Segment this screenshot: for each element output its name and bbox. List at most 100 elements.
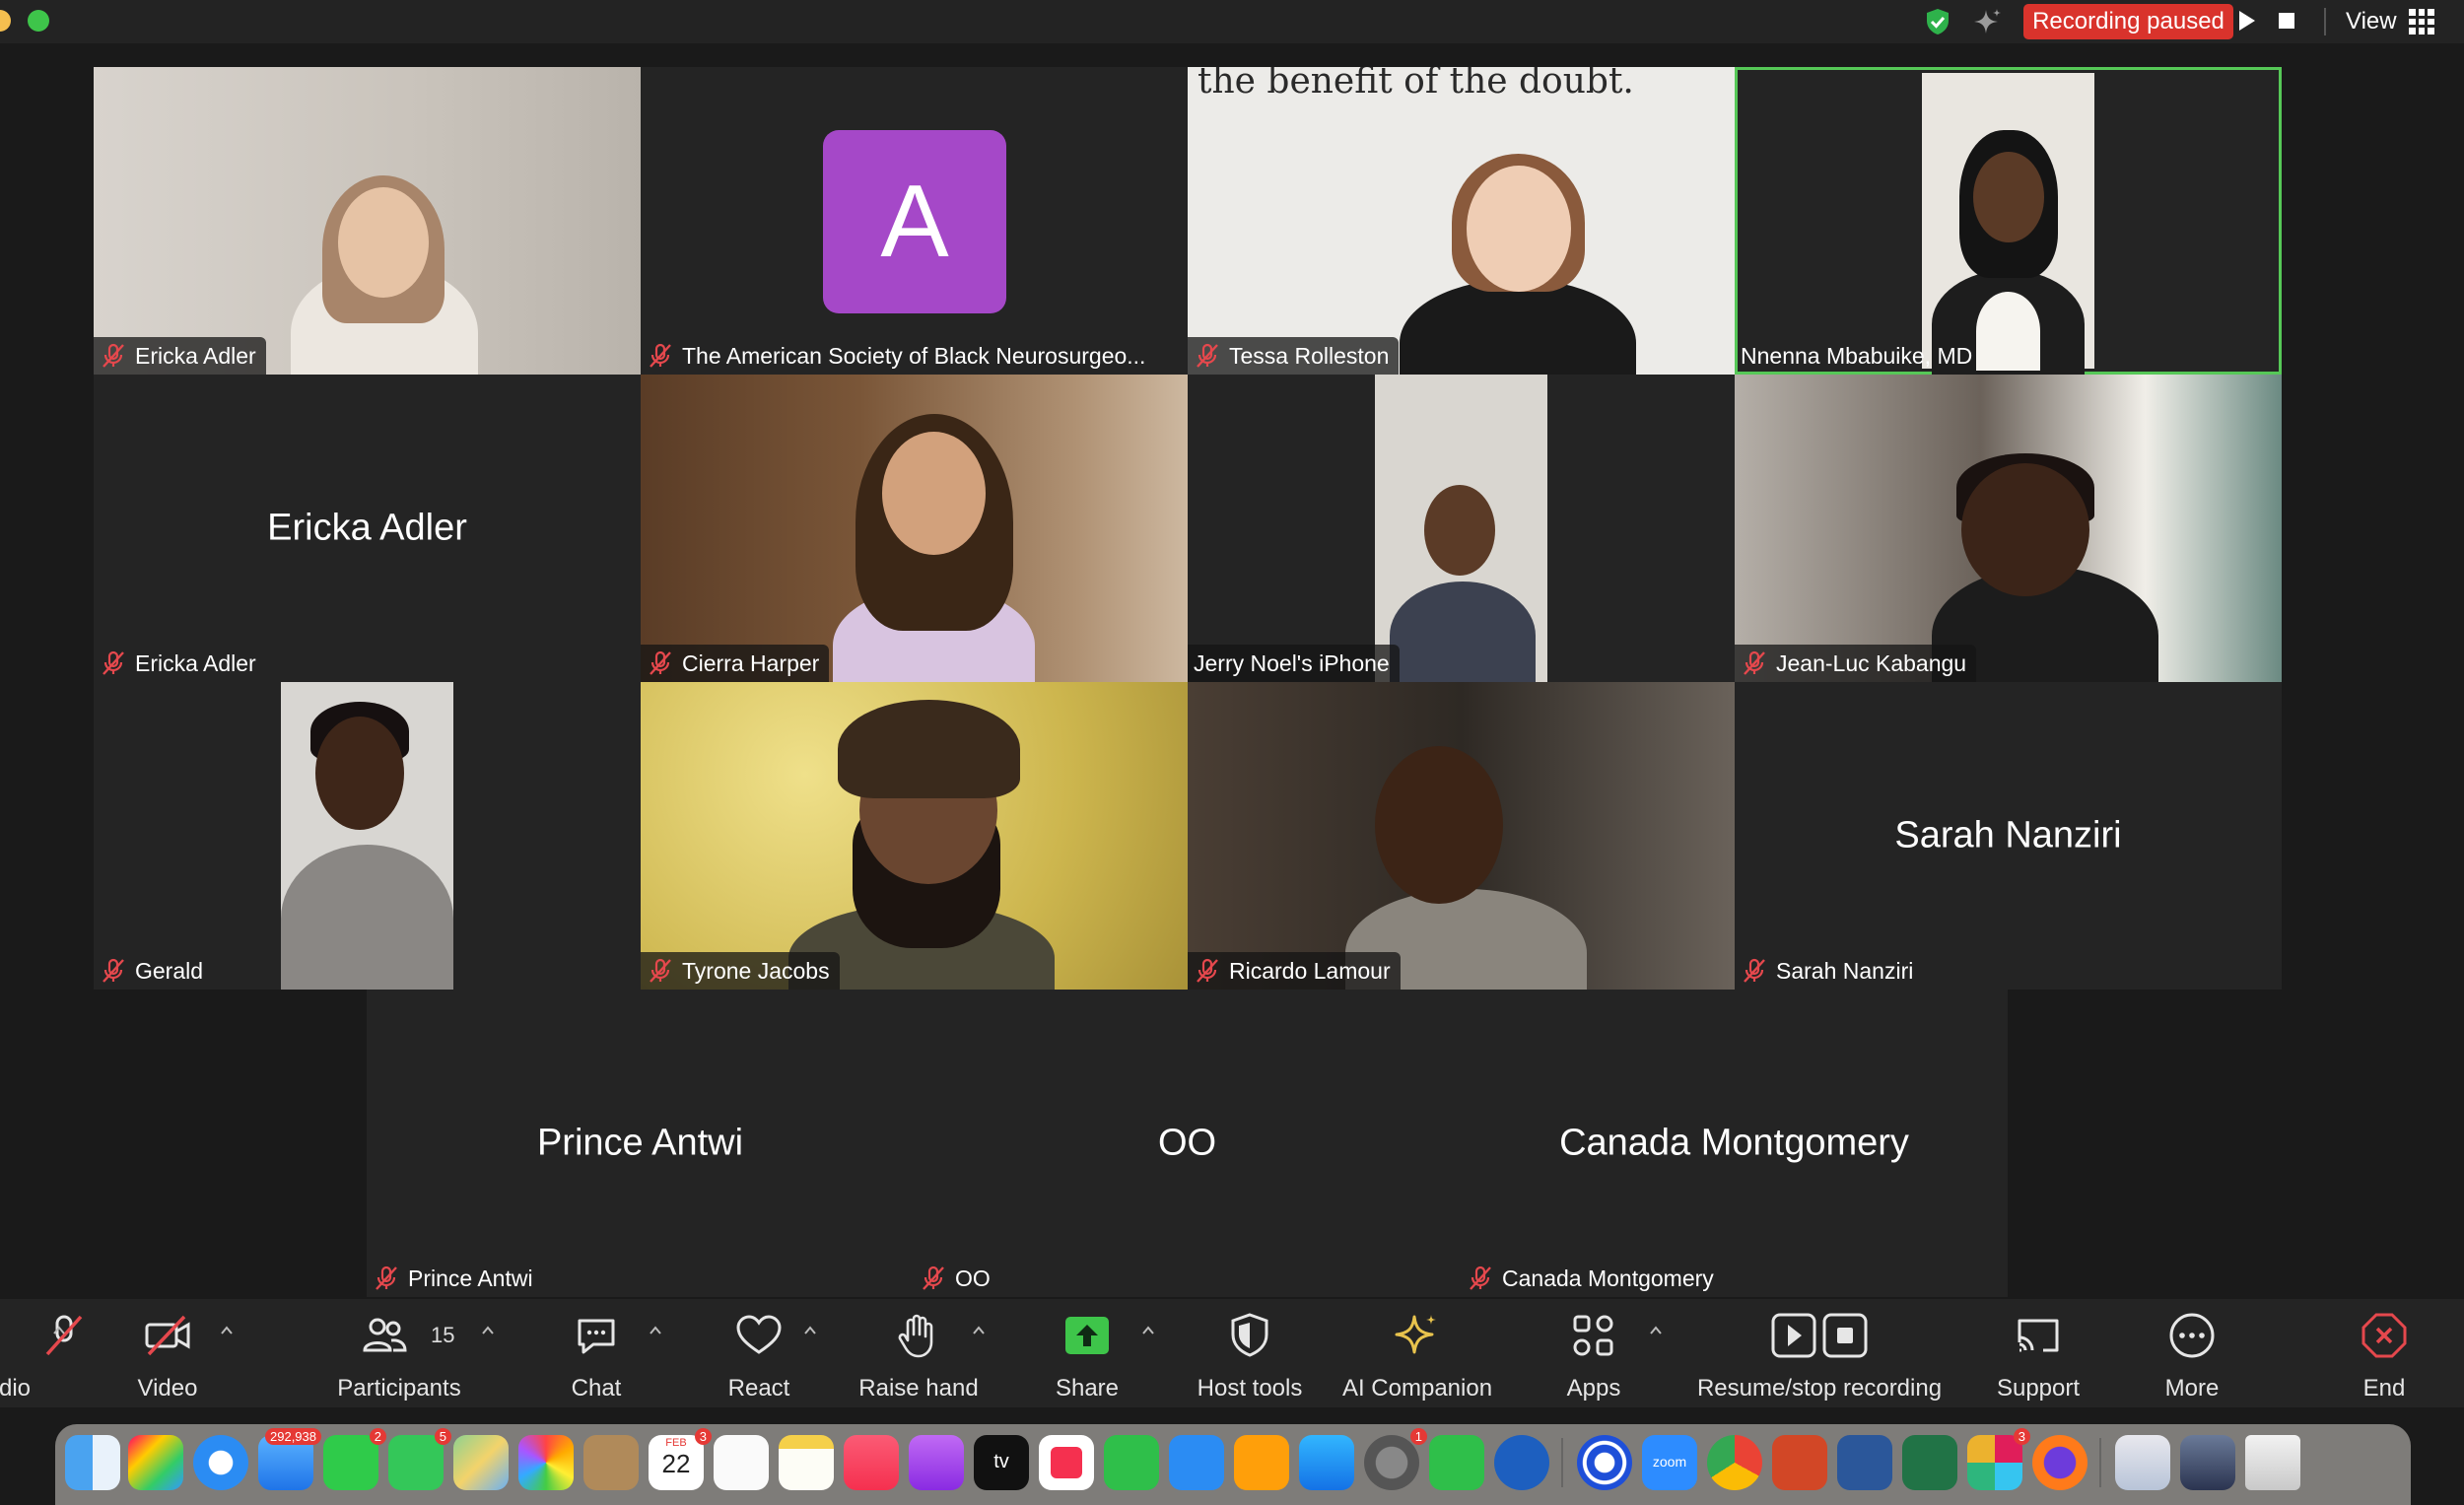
video-tile-ricardo-lamour[interactable]: Ricardo Lamour: [1188, 682, 1735, 990]
support-cast-icon: [2018, 1319, 2059, 1352]
participant-name-label: Ericka Adler: [94, 337, 266, 375]
messages-icon[interactable]: 5: [388, 1428, 451, 1490]
spiral-app-icon[interactable]: [1577, 1435, 1632, 1490]
host-shield-icon: [1231, 1313, 1268, 1357]
muted-mic-icon: [920, 1265, 947, 1292]
dock-separator: [1561, 1438, 1563, 1487]
video-tile-jean-luc-kabangu[interactable]: Jean-Luc Kabangu: [1735, 375, 2282, 682]
powerpoint-icon[interactable]: [1772, 1435, 1827, 1490]
video-tile-ericka-adler-2[interactable]: Ericka Adler Ericka Adler: [94, 375, 641, 682]
video-tile-prince-antwi[interactable]: Prince Antwi Prince Antwi: [367, 990, 914, 1297]
macos-dock: 292,938 2 5 FEB 22 3 tv 1 zoom 3: [55, 1424, 2411, 1505]
fullscreen-window-button[interactable]: [28, 10, 49, 32]
video-tile-oo[interactable]: OO OO: [914, 990, 1461, 1297]
trash-icon[interactable]: [2245, 1435, 2300, 1490]
participant-name-label: Canada Montgomery: [1461, 1260, 1724, 1297]
end-meeting-button[interactable]: End: [2286, 1311, 2464, 1402]
app-store-icon[interactable]: [1299, 1435, 1354, 1490]
participant-video-feed: [1375, 375, 1547, 682]
mail-icon[interactable]: 292,938: [258, 1428, 321, 1490]
ai-sparkle-icon[interactable]: [1972, 6, 2004, 37]
music-icon[interactable]: [844, 1435, 899, 1490]
video-button[interactable]: Video: [69, 1311, 266, 1402]
background-wall-text: the benefit of the doubt.: [1198, 67, 1634, 102]
video-tile-sarah-nanziri[interactable]: Sarah Nanziri Sarah Nanziri: [1735, 682, 2282, 990]
muted-mic-icon: [100, 957, 127, 985]
news-icon[interactable]: [1039, 1435, 1094, 1490]
finder-icon[interactable]: [65, 1435, 120, 1490]
pages-icon[interactable]: [1234, 1435, 1289, 1490]
recent-document-thumbnail[interactable]: [2115, 1435, 2170, 1490]
video-tile-asbn[interactable]: A The American Society of Black Neurosur…: [641, 67, 1188, 375]
video-options-caret-icon[interactable]: [219, 1323, 235, 1338]
share-screen-icon: [1065, 1317, 1109, 1354]
word-icon[interactable]: [1837, 1435, 1892, 1490]
reminders-icon[interactable]: [714, 1435, 769, 1490]
audio-options-caret-icon[interactable]: [51, 1323, 67, 1338]
muted-mic-icon: [647, 342, 674, 370]
raise-hand-button[interactable]: Raise hand: [820, 1311, 1017, 1402]
participants-options-caret-icon[interactable]: [480, 1323, 496, 1338]
resume-recording-play-icon[interactable]: [2239, 11, 2255, 31]
recent-window-thumbnail[interactable]: [2180, 1435, 2235, 1490]
slack-icon[interactable]: 3: [1967, 1428, 2030, 1490]
participant-name-label: The American Society of Black Neurosurge…: [641, 337, 1155, 375]
participant-name-label: Tyrone Jacobs: [641, 952, 840, 990]
more-button[interactable]: More: [2093, 1311, 2291, 1402]
muted-mic-icon: [647, 957, 674, 985]
apps-icon: [1573, 1315, 1613, 1356]
safari-icon[interactable]: [193, 1435, 248, 1490]
participant-display-name: Canada Montgomery: [1559, 1122, 1909, 1164]
stop-recording-icon[interactable]: [2279, 13, 2294, 29]
ai-companion-button[interactable]: AI Companion: [1319, 1311, 1516, 1402]
chat-bubble-icon: [578, 1319, 615, 1354]
firefox-icon[interactable]: [2032, 1435, 2088, 1490]
apple-tv-icon[interactable]: tv: [974, 1435, 1029, 1490]
launchpad-icon[interactable]: [128, 1435, 183, 1490]
raise-hand-options-caret-icon[interactable]: [971, 1323, 987, 1338]
video-tile-cierra-harper[interactable]: Cierra Harper: [641, 375, 1188, 682]
video-tile-ericka-adler[interactable]: Ericka Adler: [94, 67, 641, 375]
participant-name-label: Ricardo Lamour: [1188, 952, 1401, 990]
video-tile-tyrone-jacobs[interactable]: Tyrone Jacobs: [641, 682, 1188, 990]
video-tile-gerald[interactable]: Gerald: [94, 682, 641, 990]
maps-icon[interactable]: [453, 1435, 509, 1490]
apps-options-caret-icon[interactable]: [1648, 1323, 1664, 1338]
participant-avatar: A: [823, 130, 1006, 313]
video-tile-jerry-noel[interactable]: Jerry Noel's iPhone: [1188, 375, 1735, 682]
excel-icon[interactable]: [1902, 1435, 1957, 1490]
participants-button[interactable]: 15 Participants: [301, 1311, 498, 1402]
contacts-icon[interactable]: [583, 1435, 639, 1490]
notes-icon[interactable]: [779, 1435, 834, 1490]
participant-name-label: OO: [914, 1260, 1000, 1297]
encryption-shield-icon[interactable]: [1922, 6, 1953, 37]
video-tile-tessa-rolleston[interactable]: the benefit of the doubt. Tessa Rollesto…: [1188, 67, 1735, 375]
podcasts-icon[interactable]: [909, 1435, 964, 1490]
utility-icon[interactable]: [1429, 1435, 1484, 1490]
keynote-icon[interactable]: [1169, 1435, 1224, 1490]
view-menu-button[interactable]: View: [2346, 0, 2397, 43]
photos-icon[interactable]: [518, 1435, 574, 1490]
minimize-window-button[interactable]: [0, 10, 11, 32]
resume-stop-recording-button[interactable]: Resume/stop recording: [1672, 1311, 1967, 1402]
participant-display-name: OO: [1157, 1122, 1217, 1164]
muted-mic-icon: [1741, 650, 1768, 677]
muted-mic-icon: [100, 650, 127, 677]
raise-hand-icon: [898, 1314, 933, 1358]
numbers-icon[interactable]: [1104, 1435, 1159, 1490]
chrome-icon[interactable]: [1707, 1435, 1762, 1490]
calendar-icon[interactable]: FEB 22 3: [649, 1428, 712, 1490]
gallery-view-grid-icon[interactable]: [2409, 9, 2434, 34]
participant-name-label: Jerry Noel's iPhone: [1188, 645, 1400, 682]
react-options-caret-icon[interactable]: [802, 1323, 818, 1338]
window-title-bar: Recording paused View: [0, 0, 2464, 43]
ai-companion-sparkle-icon: [1395, 1315, 1436, 1354]
app-grid-icon[interactable]: [1494, 1435, 1549, 1490]
zoom-app-icon[interactable]: zoom: [1642, 1435, 1697, 1490]
recording-status-badge[interactable]: Recording paused: [2023, 4, 2233, 39]
video-tile-nnenna-mbabuike[interactable]: Nnenna Mbabuike, MD: [1735, 67, 2282, 375]
system-settings-icon[interactable]: 1: [1364, 1428, 1427, 1490]
participant-video-feed: [1922, 73, 2094, 375]
facetime-icon[interactable]: 2: [323, 1428, 386, 1490]
video-tile-canada-montgomery[interactable]: Canada Montgomery Canada Montgomery: [1461, 990, 2008, 1297]
